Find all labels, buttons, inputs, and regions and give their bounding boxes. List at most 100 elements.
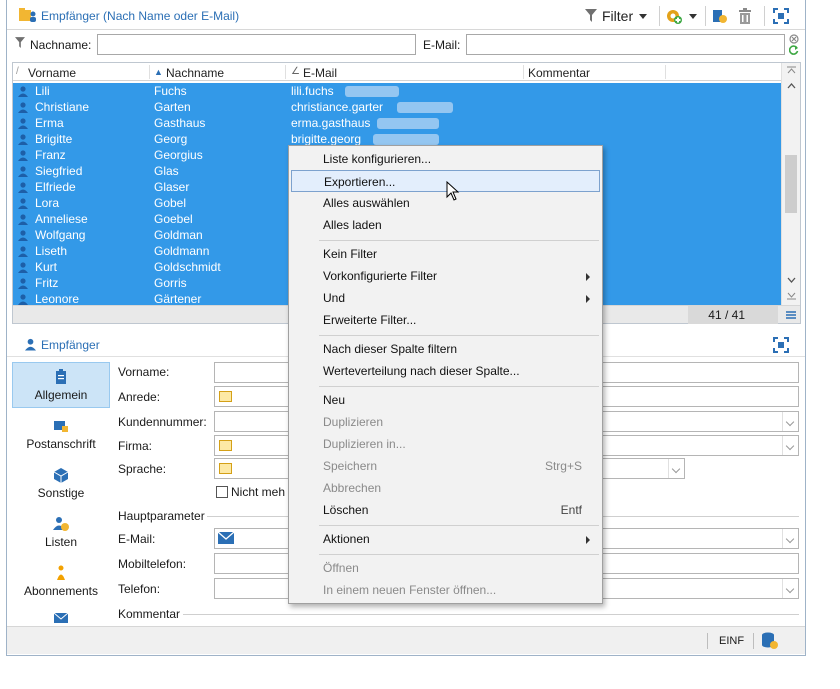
menu-item-label: Werteverteilung nach dieser Spalte... (323, 364, 520, 378)
menu-item-delete[interactable]: Löschen Entf (291, 499, 600, 521)
scrollbar-thumb[interactable] (785, 155, 797, 213)
menu-item-shortcut: Strg+S (544, 459, 582, 473)
table-row[interactable]: Lili Fuchs lili.fuchs (13, 83, 781, 99)
clear-icon (789, 34, 799, 44)
menu-item-label: Öffnen (323, 561, 359, 575)
last-name-filter-input[interactable] (97, 34, 416, 55)
sidebar-item-label: Allgemein (34, 388, 88, 402)
toolbar-divider (705, 6, 706, 26)
redacted-text (345, 86, 399, 97)
email-filter-input[interactable] (466, 34, 785, 55)
person-icon (18, 262, 28, 273)
cell-first-name: Fritz (35, 276, 59, 290)
chevron-down-icon[interactable] (782, 579, 798, 598)
record-count: 41 / 41 (708, 308, 745, 322)
person-icon (18, 230, 28, 241)
envelope-icon (218, 532, 234, 544)
column-header-kommentar[interactable]: Kommentar (528, 66, 590, 80)
sidebar-item-label: Postanschrift (26, 437, 96, 451)
sidebar-item-abonnements[interactable]: Abonnements (12, 559, 110, 605)
menu-item-actions[interactable]: Aktionen (291, 528, 600, 550)
menu-item-label: Alles laden (323, 218, 382, 232)
chevron-down-icon (639, 13, 648, 19)
cell-first-name: Kurt (35, 260, 58, 274)
menu-item-advanced-filters[interactable]: Erweiterte Filter... (291, 309, 600, 331)
menu-item-no-filter[interactable]: Kein Filter (291, 243, 600, 265)
sidebar-item-sonstige[interactable]: Sonstige (12, 461, 110, 507)
menu-item-predefined-filters[interactable]: Vorkonfigurierte Filter (291, 265, 600, 287)
submenu-arrow-icon (586, 295, 590, 303)
column-divider (149, 65, 150, 79)
lookup-icon (219, 391, 232, 402)
menu-separator (319, 386, 599, 387)
group-divider (183, 614, 799, 615)
chevron-down-icon[interactable] (782, 529, 798, 548)
menu-lines-icon[interactable] (786, 311, 796, 319)
sidebar-item-label: Listen (44, 535, 78, 549)
menu-item-configure-list[interactable]: Liste konfigurieren... (291, 148, 600, 170)
people-list-icon (53, 517, 69, 531)
column-header-vorname[interactable]: Vorname (28, 66, 76, 80)
menu-item-open-new-window: In einem neuen Fenster öffnen... (291, 579, 600, 601)
table-row[interactable]: Erma Gasthaus erma.gasthaus (13, 115, 781, 131)
field-label-vorname: Vorname: (118, 365, 170, 379)
cell-last-name: Garten (154, 100, 191, 114)
field-label-email: E-Mail: (118, 532, 156, 546)
column-header-email[interactable]: E-Mail (303, 66, 337, 80)
cell-last-name: Gasthaus (154, 116, 206, 130)
column-header-nachname[interactable]: Nachname (166, 66, 224, 80)
new-recipient-button[interactable] (711, 6, 727, 26)
checkbox-label: Nicht meh (231, 485, 286, 499)
field-label-telefon: Telefon: (118, 582, 161, 596)
submenu-arrow-icon (586, 536, 590, 544)
column-divider (523, 65, 524, 79)
table-row[interactable]: Christiane Garten christiance.garter (13, 99, 781, 115)
subscription-icon (57, 565, 65, 580)
menu-item-label: Nach dieser Spalte filtern (323, 342, 458, 356)
cell-last-name: Gärtener (154, 292, 202, 305)
chevron-down-icon[interactable] (782, 436, 798, 455)
detail-sidebar: Allgemein Postanschrift Sonstige Listen … (12, 360, 112, 626)
settings-dropdown-button[interactable] (665, 6, 697, 26)
sidebar-item-mail[interactable] (12, 604, 110, 626)
sidebar-item-postanschrift[interactable]: Postanschrift (12, 412, 110, 458)
fullscreen-icon[interactable] (773, 337, 789, 353)
cell-first-name: Wolfgang (35, 228, 86, 242)
menu-item-load-all[interactable]: Alles laden (291, 214, 600, 236)
menu-item-filter-by-column[interactable]: Nach dieser Spalte filtern (291, 338, 600, 360)
chevron-down-icon[interactable] (668, 459, 684, 478)
clear-refresh-buttons[interactable] (789, 34, 801, 56)
database-icon[interactable] (761, 632, 779, 650)
cell-first-name: Anneliese (35, 212, 88, 226)
sidebar-item-listen[interactable]: Listen (12, 510, 110, 556)
person-icon (18, 214, 28, 225)
chevron-down-icon[interactable] (782, 412, 798, 431)
toolbar-divider (659, 6, 660, 26)
person-icon (18, 118, 28, 129)
filter-row: Nachname: E-Mail: (7, 31, 805, 59)
status-divider (707, 633, 708, 649)
context-menu: Liste konfigurieren... Exportieren... Al… (288, 145, 603, 604)
menu-item-label: Aktionen (323, 532, 370, 546)
grid-scrollbar[interactable] (781, 63, 800, 305)
no-longer-contact-checkbox[interactable] (216, 486, 228, 498)
delete-button[interactable] (738, 6, 752, 26)
cell-last-name: Fuchs (154, 84, 187, 98)
sidebar-item-allgemein[interactable]: Allgemein (12, 362, 110, 408)
cell-email: brigitte.georg (291, 132, 362, 146)
person-icon (18, 278, 28, 289)
menu-item-value-distribution[interactable]: Werteverteilung nach dieser Spalte... (291, 360, 600, 382)
address-card-icon (54, 421, 68, 432)
menu-item-new[interactable]: Neu (291, 389, 600, 411)
maximize-button[interactable] (773, 6, 789, 26)
menu-item-label: Exportieren... (324, 175, 396, 189)
new-record-icon (713, 10, 727, 23)
filter-button[interactable]: Filter (585, 6, 648, 26)
chevron-down-icon (689, 13, 697, 19)
fullscreen-icon (773, 8, 789, 24)
menu-item-and[interactable]: Und (291, 287, 600, 309)
redacted-text (373, 134, 439, 145)
cell-email: lili.fuchs (291, 84, 334, 98)
cell-first-name: Lora (35, 196, 60, 210)
menu-separator (319, 240, 599, 241)
